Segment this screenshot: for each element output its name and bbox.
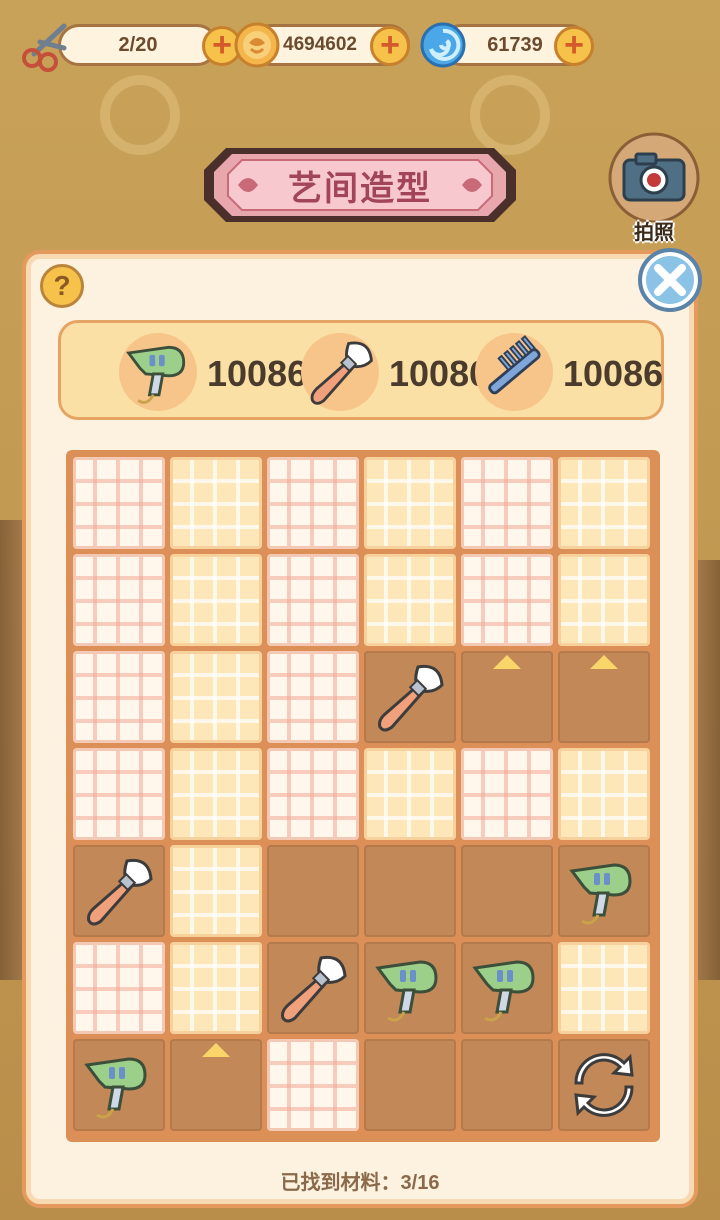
covered-tile[interactable] (267, 457, 359, 549)
hair-dryer-cell[interactable] (73, 1039, 165, 1131)
hair-dryer-cell[interactable] (558, 845, 650, 937)
add-coins-button[interactable]: + (370, 26, 410, 66)
hint-arrow-icon (202, 1043, 230, 1057)
puzzle-grid (66, 450, 660, 1142)
covered-tile[interactable] (73, 748, 165, 840)
close-button[interactable] (638, 248, 702, 312)
covered-tile[interactable] (364, 554, 456, 646)
coin-icon (230, 18, 284, 72)
camera-button[interactable]: 拍照 (606, 132, 702, 244)
covered-tile[interactable] (558, 554, 650, 646)
makeup-brush-icon (87, 858, 153, 926)
covered-tile[interactable] (170, 942, 262, 1034)
covered-tile[interactable] (558, 748, 650, 840)
covered-tile[interactable] (461, 457, 553, 549)
target-items-bar: 10086 10086 10086 (58, 320, 664, 420)
found-materials-status: 已找到材料：3/16 (280, 1172, 440, 1194)
coins-counter: 4694602 + (234, 22, 414, 68)
hint-arrow-icon (493, 655, 521, 669)
makeup-brush-cell[interactable] (73, 845, 165, 937)
hair-dryer-icon (472, 960, 535, 1022)
covered-tile[interactable] (461, 554, 553, 646)
banner-title: 艺间造型 (288, 169, 432, 208)
target-count: 10086 (207, 353, 308, 394)
hair-dryer-icon (84, 1057, 147, 1119)
covered-tile[interactable] (558, 457, 650, 549)
target-comb: 10086 (475, 323, 665, 423)
scissors-counter: 2/20 + (22, 23, 242, 72)
covered-tile[interactable] (267, 748, 359, 840)
covered-tile[interactable] (170, 845, 262, 937)
covered-tile[interactable] (170, 554, 262, 646)
target-makeup-brush: 10086 (301, 323, 491, 423)
covered-tile[interactable] (364, 748, 456, 840)
camera-icon (608, 132, 700, 222)
hint-arrow-icon (590, 655, 618, 669)
scissors-value: 2/20 (58, 24, 218, 66)
scissors-icon (20, 18, 74, 72)
close-icon (654, 264, 686, 296)
makeup-brush-icon (281, 955, 347, 1023)
hair-dryer-icon (569, 863, 632, 925)
empty-cell[interactable] (461, 1039, 553, 1131)
refresh-cell[interactable] (558, 1039, 650, 1131)
hair-dryer-icon (375, 960, 438, 1022)
hair-dryer-cell[interactable] (364, 942, 456, 1034)
covered-tile[interactable] (558, 942, 650, 1034)
empty-cell[interactable] (461, 845, 553, 937)
hair-dryer-cell[interactable] (461, 942, 553, 1034)
makeup-brush-cell[interactable] (364, 651, 456, 743)
title-banner: 艺间造型 (198, 140, 522, 230)
covered-tile[interactable] (73, 942, 165, 1034)
covered-tile[interactable] (170, 457, 262, 549)
covered-tile[interactable] (73, 651, 165, 743)
target-count: 10086 (563, 353, 664, 394)
hair-dryer-icon (126, 345, 186, 404)
covered-tile[interactable] (170, 651, 262, 743)
covered-tile[interactable] (267, 651, 359, 743)
covered-tile[interactable] (267, 554, 359, 646)
empty-cell[interactable] (267, 845, 359, 937)
covered-tile[interactable] (73, 457, 165, 549)
hint-cell[interactable] (170, 1039, 262, 1131)
comb-icon (488, 335, 541, 395)
covered-tile[interactable] (73, 554, 165, 646)
help-button[interactable]: ? (40, 264, 84, 308)
camera-label: 拍照 (634, 222, 674, 244)
add-gems-button[interactable]: + (554, 26, 594, 66)
covered-tile[interactable] (461, 748, 553, 840)
covered-tile[interactable] (364, 457, 456, 549)
background-sun-decoration (100, 75, 180, 155)
covered-tile[interactable] (267, 1039, 359, 1131)
empty-cell[interactable] (364, 1039, 456, 1131)
gems-counter: 61739 + (418, 22, 598, 68)
blue-swirl-icon (416, 18, 470, 72)
hint-cell[interactable] (461, 651, 553, 743)
target-hair-dryer: 10086 (119, 323, 309, 423)
makeup-brush-icon (378, 664, 444, 732)
refresh-icon (574, 1053, 634, 1117)
makeup-brush-cell[interactable] (267, 942, 359, 1034)
makeup-brush-icon (310, 341, 373, 405)
empty-cell[interactable] (364, 845, 456, 937)
hint-cell[interactable] (558, 651, 650, 743)
covered-tile[interactable] (170, 748, 262, 840)
